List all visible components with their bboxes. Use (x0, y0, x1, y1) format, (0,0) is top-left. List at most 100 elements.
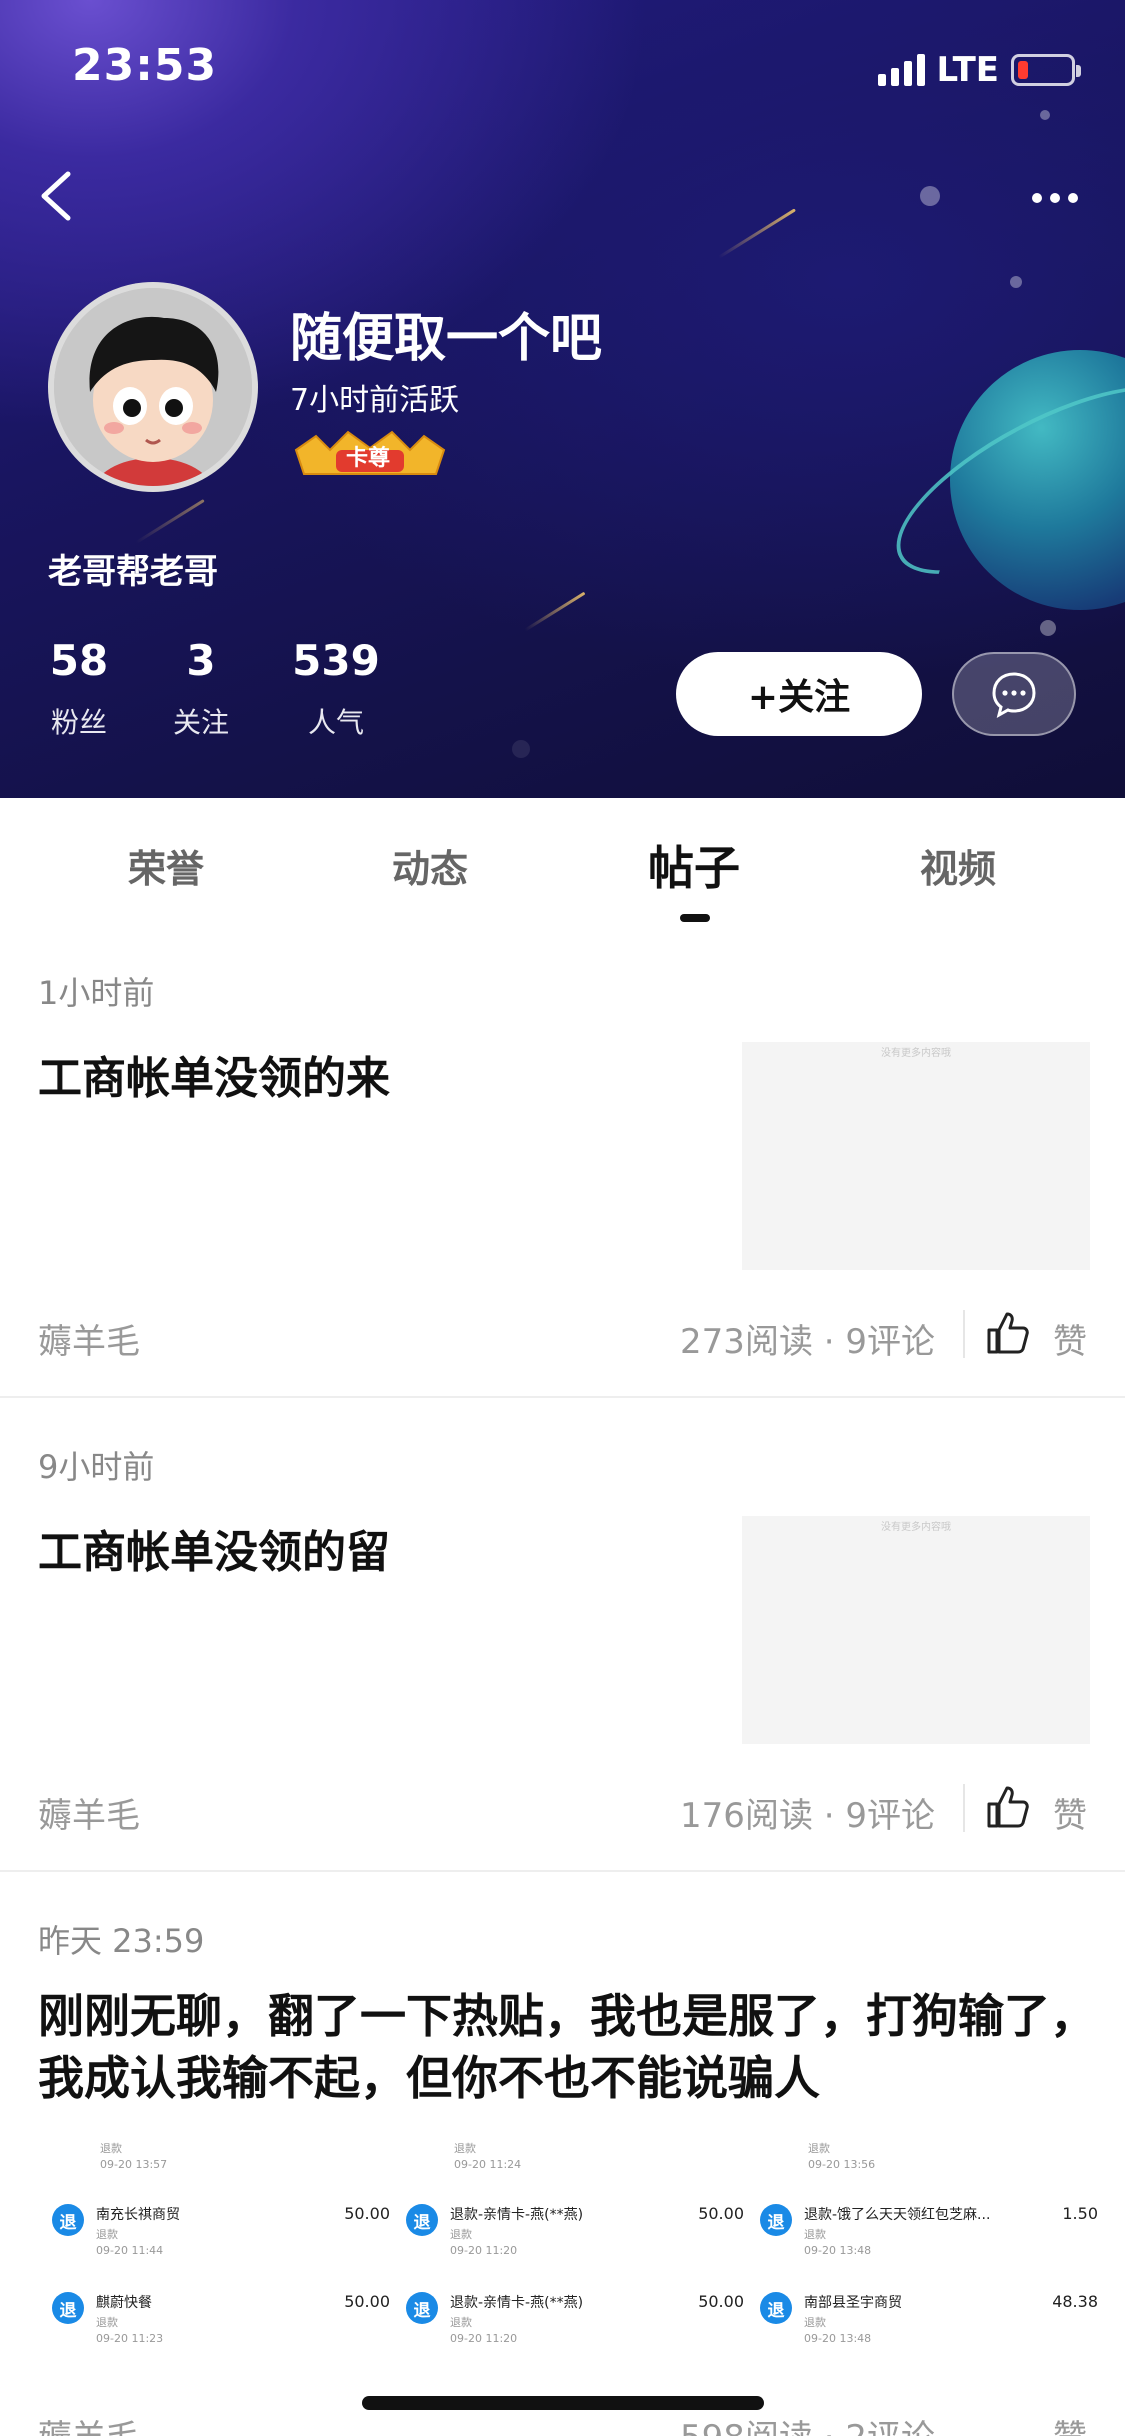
receipt-time: 09-20 13:56 (808, 2158, 876, 2171)
post-stats: 598阅读 · 2评论 (680, 2410, 935, 2436)
post-footer: 薅羊毛 598阅读 · 2评论 赞 (0, 2410, 1125, 2436)
last-active: 7小时前活跃 (290, 383, 460, 418)
receipt-type: 退款 (450, 2316, 472, 2329)
post-thumbnail[interactable]: 没有更多内容哦 (742, 1516, 1090, 1744)
receipt-amount: 48.38 (1052, 2292, 1098, 2311)
star-decoration (1040, 110, 1050, 120)
post-card[interactable]: 1小时前 工商帐单没领的来 没有更多内容哦 薅羊毛 273阅读 · 9评论 赞 (0, 928, 1125, 1398)
more-dots-icon (1032, 193, 1042, 203)
post-time: 1小时前 (38, 974, 155, 1012)
network-type: LTE (936, 50, 999, 90)
refund-badge-icon: 退 (52, 2204, 84, 2236)
post-thumbnail[interactable]: 没有更多内容哦 (742, 1042, 1090, 1270)
post-topic-tag[interactable]: 薅羊毛 (38, 2410, 140, 2436)
follow-button[interactable]: +关注 (676, 652, 922, 736)
thumbs-up-icon[interactable] (985, 1310, 1031, 1356)
post-image-receipt-screenshot[interactable]: 退款 09-20 13:57 退 南充长祺商贸 退款 09-20 11:44 5… (0, 2140, 1125, 2368)
post-stats: 176阅读 · 9评论 (680, 1796, 935, 1836)
refund-badge-icon: 退 (52, 2292, 84, 2324)
post-time: 9小时前 (38, 1448, 155, 1486)
receipt-sub: 退款 (100, 2142, 122, 2155)
post-card[interactable]: 9小时前 工商帐单没领的留 没有更多内容哦 薅羊毛 176阅读 · 9评论 赞 (0, 1398, 1125, 1872)
receipt-row: 退 麒蔚快餐 退款 09-20 11:23 50.00 (40, 2286, 390, 2366)
receipt-sub: 退款 (808, 2142, 830, 2155)
receipt-merchant: 退款-饿了么天天领红包芝麻... (804, 2207, 991, 2223)
receipt-time: 09-20 13:57 (100, 2158, 168, 2171)
post-title[interactable]: 刚刚无聊，翻了一下热贴，我也是服了，打狗输了，我成认我输不起，但你不也不能说骗人 (38, 1985, 1098, 2109)
stat-label: 关注 (172, 706, 229, 739)
stat-value: 3 (186, 636, 216, 685)
stat-fans[interactable]: 58 粉丝 (38, 636, 120, 741)
refund-badge-icon: 退 (760, 2292, 792, 2324)
receipt-row: 退 退款-亲情卡-燕(**燕) 退款 09-20 11:20 50.00 (394, 2198, 744, 2278)
stat-label: 粉丝 (50, 706, 107, 739)
receipt-amount: 50.00 (698, 2292, 744, 2311)
post-topic-tag[interactable]: 薅羊毛 (38, 1314, 140, 1363)
receipt-time: 09-20 11:20 (450, 2332, 518, 2345)
tab-honor[interactable]: 荣誉 (66, 838, 266, 893)
like-label[interactable]: 赞 (1053, 1314, 1087, 1363)
refund-badge-icon: 退 (406, 2204, 438, 2236)
like-label[interactable]: 赞 (1053, 2410, 1087, 2436)
tab-activity[interactable]: 动态 (330, 838, 530, 893)
receipt-type: 退款 (96, 2228, 118, 2241)
receipt-type: 退款 (450, 2228, 472, 2241)
profile-name: 随便取一个吧 (290, 309, 603, 369)
avatar[interactable] (48, 282, 258, 492)
receipt-merchant: 麒蔚快餐 (96, 2295, 152, 2311)
post-topic-tag[interactable]: 薅羊毛 (38, 1788, 140, 1837)
receipt-amount: 50.00 (698, 2204, 744, 2223)
receipt-amount: 1.50 (1062, 2204, 1098, 2223)
receipt-merchant: 南充长祺商贸 (96, 2207, 180, 2223)
star-decoration (512, 740, 530, 758)
cartoon-boy-avatar-icon (54, 288, 252, 486)
receipt-column: 退款 09-20 13:57 退 南充长祺商贸 退款 09-20 11:44 5… (40, 2140, 390, 2368)
badge-label: 卡尊 (346, 446, 391, 471)
receipt-column: 退款 09-20 13:56 退 退款-饿了么天天领红包芝麻... 退款 09-… (748, 2140, 1098, 2368)
receipt-merchant: 退款-亲情卡-燕(**燕) (450, 2295, 584, 2311)
post-stats: 273阅读 · 9评论 (680, 1322, 935, 1362)
profile-header: 23:53 LTE 随便取一个吧 7小时前活跃 卡尊 老哥帮老哥 58 粉丝 3… (0, 0, 1125, 798)
thumbs-up-icon[interactable] (985, 1784, 1031, 1830)
like-label[interactable]: 赞 (1053, 1788, 1087, 1837)
receipt-time: 09-20 11:24 (454, 2158, 522, 2171)
tab-videos[interactable]: 视频 (858, 838, 1058, 893)
stat-popularity[interactable]: 539 人气 (286, 636, 386, 741)
receipt-merchant: 退款-亲情卡-燕(**燕) (450, 2207, 584, 2223)
status-time: 23:53 (72, 40, 218, 91)
star-decoration (920, 186, 940, 206)
thumbnail-caption: 没有更多内容哦 (881, 1522, 951, 1533)
tab-posts[interactable]: 帖子 (594, 832, 794, 898)
meteor-decoration (524, 591, 586, 632)
receipt-amount: 50.00 (344, 2292, 390, 2311)
stat-value: 58 (49, 636, 109, 685)
back-button[interactable] (30, 160, 90, 230)
receipt-column: 退款 09-20 11:24 退 退款-亲情卡-燕(**燕) 退款 09-20 … (394, 2140, 744, 2368)
receipt-sub: 退款 (454, 2142, 476, 2155)
chevron-left-icon (41, 171, 71, 221)
refund-badge-icon: 退 (406, 2292, 438, 2324)
chat-bubble-icon (992, 672, 1036, 718)
post-title: 工商帐单没领的留 (38, 1527, 390, 1578)
active-tab-indicator (680, 914, 710, 922)
receipt-merchant: 南部县圣宇商贸 (804, 2295, 902, 2311)
meteor-decoration (135, 499, 205, 544)
more-options-button[interactable] (1025, 178, 1085, 218)
meteor-decoration (718, 208, 796, 259)
thumbnail-caption: 没有更多内容哦 (881, 1048, 951, 1059)
stat-following[interactable]: 3 关注 (160, 636, 242, 741)
receipt-time: 09-20 13:48 (804, 2332, 872, 2345)
message-button[interactable] (952, 652, 1076, 736)
receipt-row: 退 退款-亲情卡-燕(**燕) 退款 09-20 11:20 50.00 (394, 2286, 744, 2366)
receipt-time: 09-20 11:20 (450, 2244, 518, 2257)
star-decoration (1040, 620, 1056, 636)
battery-icon (1011, 54, 1081, 86)
receipt-type: 退款 (804, 2316, 826, 2329)
home-indicator[interactable] (362, 2396, 764, 2410)
stat-label: 人气 (307, 706, 364, 739)
receipt-row: 退 退款-饿了么天天领红包芝麻... 退款 09-20 13:48 1.50 (748, 2198, 1098, 2278)
receipt-time: 09-20 11:44 (96, 2244, 164, 2257)
receipt-amount: 50.00 (344, 2204, 390, 2223)
stat-value: 539 (292, 636, 380, 685)
cellular-signal-icon (877, 54, 925, 86)
